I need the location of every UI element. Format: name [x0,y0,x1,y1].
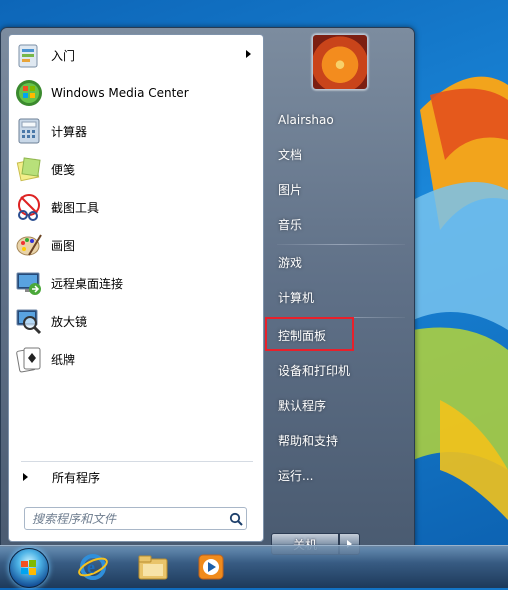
sticky-notes-icon [13,153,45,185]
start-menu: 入门 Windows Media Center 计算器 便笺 截图工具 画图 远… [0,27,415,555]
separator [277,244,405,245]
paint-icon [13,229,45,261]
user-avatar[interactable] [312,34,368,90]
right-item-games[interactable]: 游戏 [272,249,410,275]
item-label: 默认程序 [278,398,327,413]
program-label: 截图工具 [51,200,100,215]
program-magnifier[interactable]: 放大镜 [13,304,259,338]
program-label: 计算器 [51,124,88,139]
program-paint[interactable]: 画图 [13,228,259,262]
media-center-icon [13,77,45,109]
program-label: 画图 [51,238,76,253]
search-box[interactable] [24,507,247,530]
all-programs-item[interactable]: 所有程序 [9,465,263,489]
program-getting-started[interactable]: 入门 [13,38,259,72]
program-calculator[interactable]: 计算器 [13,114,259,148]
program-label: 纸牌 [51,352,76,367]
right-item-devices-printers[interactable]: 设备和打印机 [272,357,410,383]
program-label: 远程桌面连接 [51,276,124,291]
start-button[interactable] [9,548,49,588]
svg-text:e: e [87,557,95,577]
item-label: 游戏 [278,255,303,270]
item-label: 文档 [278,147,303,162]
magnifier-icon [13,305,45,337]
pinned-programs-pane: 入门 Windows Media Center 计算器 便笺 截图工具 画图 远… [8,34,264,542]
media-player-icon[interactable] [194,551,228,583]
item-label: 音乐 [278,217,303,232]
search-input[interactable] [25,509,226,528]
item-label: 帮助和支持 [278,433,339,448]
program-label: 便笺 [51,162,76,177]
search-icon[interactable] [226,512,246,526]
all-programs-label: 所有程序 [52,470,101,485]
program-label: 放大镜 [51,314,88,329]
right-item-user[interactable]: Alairshao [272,107,410,133]
submenu-arrow-icon[interactable] [246,50,251,58]
expand-arrow-icon [23,473,28,481]
right-item-help-support[interactable]: 帮助和支持 [272,427,410,453]
taskbar: e [0,545,508,588]
file-explorer-icon[interactable] [136,551,170,583]
right-item-run[interactable]: 运行... [272,462,410,488]
right-item-pictures[interactable]: 图片 [272,176,410,202]
item-label: 运行... [278,468,314,483]
program-label: Windows Media Center [51,86,189,100]
right-item-default-programs[interactable]: 默认程序 [272,392,410,418]
program-snipping-tool[interactable]: 截图工具 [13,190,259,224]
item-label: 图片 [278,182,303,197]
control-panel-highlight-box [265,317,354,351]
remote-desktop-icon [13,267,45,299]
program-solitaire[interactable]: 纸牌 [13,342,259,376]
calculator-icon [13,115,45,147]
program-sticky-notes[interactable]: 便笺 [13,152,259,186]
program-remote-desktop[interactable]: 远程桌面连接 [13,266,259,300]
item-label: 设备和打印机 [278,363,351,378]
solitaire-icon [13,343,45,375]
program-label: 入门 [51,48,76,63]
snipping-tool-icon [13,191,45,223]
separator [21,461,253,462]
windows-logo-icon [21,560,36,575]
getting-started-icon [13,39,45,71]
program-windows-media-center[interactable]: Windows Media Center [13,76,259,110]
right-item-music[interactable]: 音乐 [272,211,410,237]
user-name: Alairshao [278,113,334,127]
item-label: 计算机 [278,290,315,305]
right-item-computer[interactable]: 计算机 [272,284,410,310]
right-item-documents[interactable]: 文档 [272,141,410,167]
internet-explorer-icon[interactable]: e [76,551,110,583]
